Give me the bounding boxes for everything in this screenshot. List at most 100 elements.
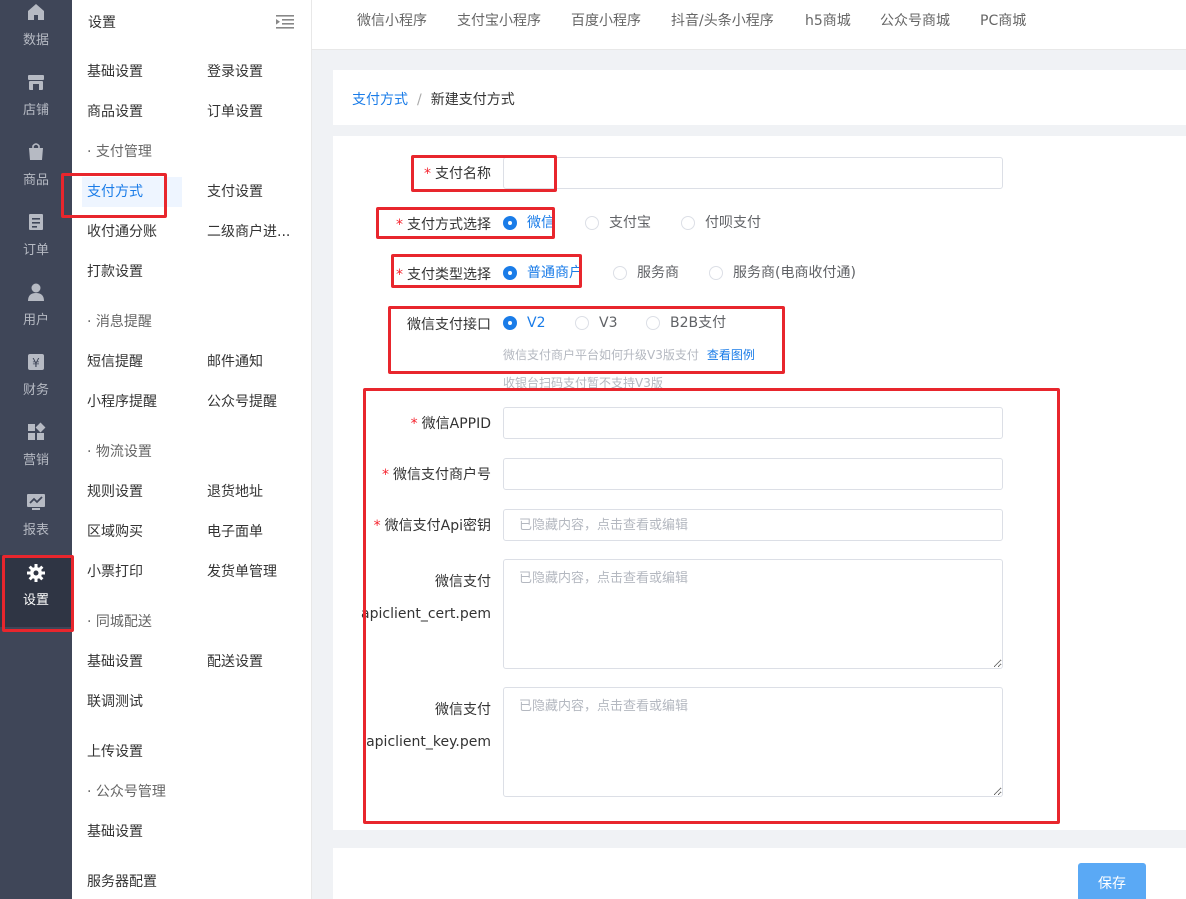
type-radio-group: 普通商户 服务商 服务商(电商收付通)	[503, 263, 923, 283]
menu-item-transfer[interactable]: 打款设置	[87, 257, 143, 287]
menu-item-region[interactable]: 区域购买	[87, 517, 143, 547]
menu-item-server[interactable]: 服务器配置	[87, 867, 157, 897]
menu-group-message: · 消息提醒	[87, 314, 152, 330]
menu-item-login[interactable]: 登录设置	[207, 57, 263, 87]
menu-header: 设置	[72, 0, 312, 44]
mchid-label-text: 微信支付商户号	[393, 467, 491, 483]
merchant-id-input[interactable]	[503, 458, 1003, 490]
method-label-text: 支付方式选择	[407, 217, 491, 233]
payment-form: * 支付名称 * 支付方式选择 微信 支付宝 付呗支付 * 支付类型选择 普通商户 服…	[333, 136, 1186, 830]
required-mark: *	[424, 166, 431, 182]
radio-dot	[709, 266, 723, 280]
menu-item-return-address[interactable]: 退货地址	[207, 477, 263, 507]
breadcrumb: 支付方式 / 新建支付方式	[352, 89, 515, 109]
marketing-icon	[28, 422, 46, 440]
rail-label: 订单	[22, 243, 49, 258]
rail-label: 数据	[22, 33, 49, 48]
cert-textarea[interactable]	[503, 559, 1003, 669]
tab-wechat-mini[interactable]: 微信小程序	[357, 0, 427, 44]
menu-group-pay: · 支付管理	[87, 144, 152, 160]
menu-item-delivery[interactable]: 配送设置	[207, 647, 263, 677]
menu-item-rule[interactable]: 规则设置	[87, 477, 143, 507]
radio-label: 普通商户	[527, 265, 583, 281]
tab-h5[interactable]: h5商城	[805, 0, 851, 44]
menu-item-receipt[interactable]: 小票打印	[87, 557, 143, 587]
rail-item-shop[interactable]: 店铺	[0, 70, 72, 140]
view-example-link[interactable]: 查看图例	[707, 348, 755, 362]
menu-item-order[interactable]: 订单设置	[207, 97, 263, 127]
menu-item-debug[interactable]: 联调测试	[87, 687, 143, 717]
menu-item-sub-merchant[interactable]: 二级商户进...	[207, 217, 290, 247]
api-hint: 微信支付商户平台如何升级V3版支付 查看图例	[503, 346, 755, 363]
menu-item-shipping[interactable]: 发货单管理	[207, 557, 277, 587]
api-label-text: 微信支付接口	[407, 317, 491, 333]
menu-item-pay-setting[interactable]: 支付设置	[207, 177, 263, 207]
rail-item-settings[interactable]: 设置	[0, 555, 72, 627]
api-radio-group: V2 V3 B2B支付	[503, 313, 803, 333]
rail-label: 设置	[22, 593, 49, 608]
tab-alipay-mini[interactable]: 支付宝小程序	[457, 0, 541, 44]
api-key-input[interactable]	[503, 509, 1003, 541]
api-hint-text: 微信支付商户平台如何升级V3版支付	[503, 348, 699, 362]
breadcrumb-card: 支付方式 / 新建支付方式	[333, 70, 1186, 125]
menu-item-split[interactable]: 收付通分账	[87, 217, 157, 247]
name-label-text: 支付名称	[435, 166, 491, 182]
rail-item-marketing[interactable]: 营销	[0, 420, 72, 490]
radio-dot	[503, 316, 517, 330]
menu-item-pay-method[interactable]: 支付方式	[82, 177, 182, 207]
order-icon	[29, 214, 43, 230]
menu-item-goods[interactable]: 商品设置	[87, 97, 143, 127]
rail-label: 营销	[22, 453, 49, 468]
rail-label: 报表	[22, 523, 49, 538]
menu-item-mp-basic[interactable]: 基础设置	[87, 817, 143, 847]
key-textarea[interactable]	[503, 687, 1003, 797]
breadcrumb-parent[interactable]: 支付方式	[352, 92, 408, 108]
rail-label: 商品	[22, 173, 49, 188]
radio-dot	[503, 216, 517, 230]
tab-mp-mall[interactable]: 公众号商城	[880, 0, 950, 44]
radio-label: B2B支付	[670, 315, 727, 331]
menu-group-city: · 同城配送	[87, 614, 152, 630]
radio-dot	[646, 316, 660, 330]
menu-item-upload[interactable]: 上传设置	[87, 737, 143, 767]
save-button[interactable]: 保存	[1078, 863, 1146, 899]
tab-douyin-mini[interactable]: 抖音/头条小程序	[671, 0, 774, 44]
rail-item-report[interactable]: 报表	[0, 490, 72, 560]
radio-dot	[585, 216, 599, 230]
appid-input[interactable]	[503, 407, 1003, 439]
rail-item-goods[interactable]: 商品	[0, 140, 72, 210]
gear-icon	[27, 564, 45, 582]
menu-item-mp-notify[interactable]: 公众号提醒	[207, 387, 277, 417]
cert-label-line1: 微信支付	[435, 574, 491, 590]
collapse-menu-icon[interactable]	[276, 14, 294, 30]
tab-baidu-mini[interactable]: 百度小程序	[571, 0, 641, 44]
radio-label: 支付宝	[609, 215, 651, 231]
menu-item-sms[interactable]: 短信提醒	[87, 347, 143, 377]
payment-name-input[interactable]	[503, 157, 1003, 189]
rail-item-finance[interactable]: ¥ 财务	[0, 350, 72, 420]
required-mark: *	[410, 416, 418, 432]
rail-item-data[interactable]: 数据	[0, 0, 72, 70]
menu-item-city-basic[interactable]: 基础设置	[87, 647, 143, 677]
user-icon	[28, 283, 44, 301]
radio-label: V2	[527, 315, 546, 331]
tab-pc-mall[interactable]: PC商城	[980, 0, 1026, 44]
menu-item-e-waybill[interactable]: 电子面单	[207, 517, 263, 547]
radio-dot	[613, 266, 627, 280]
mchid-label: * 微信支付商户号	[382, 464, 491, 484]
rail-item-order[interactable]: 订单	[0, 210, 72, 280]
menu-group-logistics: · 物流设置	[87, 444, 152, 460]
menu-title: 设置	[88, 15, 116, 31]
rail-item-user[interactable]: 用户	[0, 280, 72, 350]
finance-icon: ¥	[28, 354, 44, 370]
action-bar: 保存	[333, 848, 1186, 899]
svg-text:¥: ¥	[32, 356, 40, 370]
platform-tabs: 微信小程序 支付宝小程序 百度小程序 抖音/头条小程序 h5商城 公众号商城 P…	[312, 0, 1186, 50]
cert-label: 微信支付 apiclient_cert.pem	[361, 566, 491, 630]
radio-dot	[681, 216, 695, 230]
menu-item-email[interactable]: 邮件通知	[207, 347, 263, 377]
appid-label: * 微信APPID	[411, 413, 491, 433]
menu-item-basic[interactable]: 基础设置	[87, 57, 143, 87]
api-label: 微信支付接口	[407, 314, 491, 334]
menu-item-mini-notify[interactable]: 小程序提醒	[87, 387, 157, 417]
